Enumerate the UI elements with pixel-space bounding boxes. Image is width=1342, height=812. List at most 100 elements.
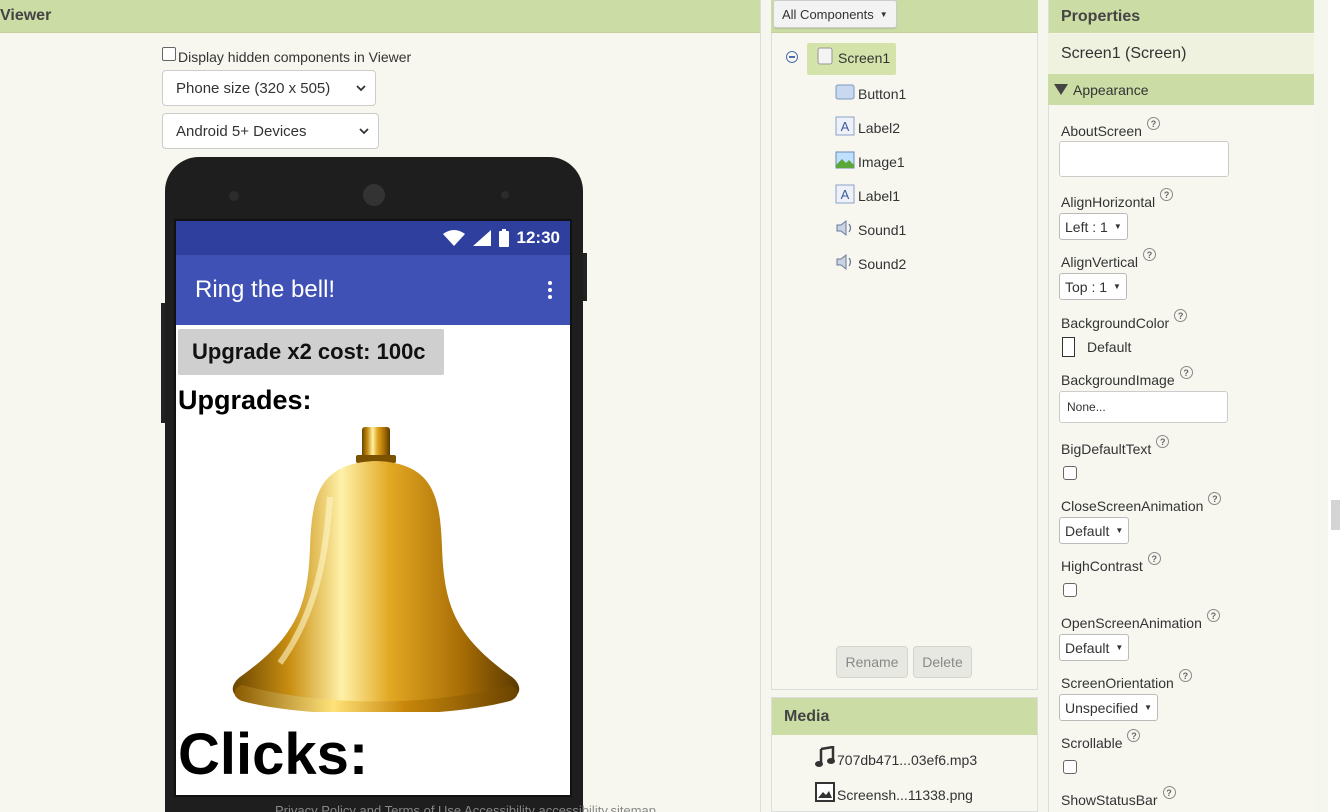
prop-label: BackgroundColor: [1061, 315, 1170, 331]
page-scrollbar[interactable]: [1328, 0, 1342, 812]
dropdown-value: Default: [1065, 522, 1110, 539]
help-icon[interactable]: ?: [1143, 248, 1157, 261]
background-image-field[interactable]: None...: [1059, 391, 1228, 423]
appearance-label: Appearance: [1073, 81, 1149, 98]
image-icon: [835, 150, 855, 170]
music-note-icon: [815, 746, 837, 768]
close-screen-animation-dropdown[interactable]: Default ▼: [1059, 517, 1130, 544]
android-status-bar: 12:30: [176, 221, 570, 255]
appearance-section-header[interactable]: Appearance: [1048, 74, 1314, 105]
help-icon[interactable]: ?: [1174, 309, 1188, 322]
label-icon: A: [835, 116, 855, 136]
tree-item-label: Label2: [858, 120, 901, 136]
all-components-dropdown[interactable]: All Components ▼: [773, 0, 897, 28]
help-icon[interactable]: ?: [1208, 492, 1222, 505]
viewer-title: Viewer: [0, 7, 52, 24]
delete-label: Delete: [922, 654, 963, 670]
prop-label: ScreenOrientation: [1061, 675, 1174, 691]
dropdown-arrow-icon: ▼: [1115, 643, 1124, 652]
media-item-image[interactable]: Screensh...11338.png: [815, 781, 973, 803]
help-icon[interactable]: ?: [1206, 609, 1220, 622]
help-icon[interactable]: ?: [1160, 188, 1174, 201]
phone-mockup: 12:30 Ring the bell! Upgrade x2 cost: 10…: [161, 157, 587, 812]
scrollable-checkbox[interactable]: [1063, 760, 1077, 774]
tree-item-label2[interactable]: A Label2: [835, 116, 900, 136]
all-components-label: All Components: [782, 6, 874, 22]
prop-about-screen: AboutScreen?: [1061, 117, 1160, 139]
help-icon[interactable]: ?: [1146, 117, 1160, 130]
high-contrast-checkbox[interactable]: [1063, 583, 1077, 597]
battery-icon: [498, 229, 509, 247]
tree-item-label: Image1: [858, 154, 905, 170]
display-hidden-checkbox-row[interactable]: Display hidden components in Viewer: [162, 47, 411, 65]
help-icon[interactable]: ?: [1147, 552, 1161, 565]
tree-item-label: Screen1: [838, 50, 891, 66]
help-icon[interactable]: ?: [1127, 729, 1141, 742]
tree-item-image1[interactable]: Image1: [835, 150, 905, 170]
screen-orientation-dropdown[interactable]: Unspecified ▼: [1059, 694, 1159, 721]
help-icon[interactable]: ?: [1178, 669, 1192, 682]
prop-align-horizontal: AlignHorizontal?: [1061, 188, 1174, 210]
open-screen-animation-dropdown[interactable]: Default ▼: [1059, 634, 1130, 661]
device-value: Android 5+ Devices: [176, 122, 307, 140]
help-icon[interactable]: ?: [1162, 786, 1176, 799]
phone-side-button: [161, 303, 165, 423]
big-default-text-checkbox[interactable]: [1063, 466, 1077, 480]
help-icon[interactable]: ?: [1179, 366, 1193, 379]
device-select[interactable]: Android 5+ Devices: [162, 113, 379, 149]
dropdown-value: Default: [1065, 639, 1110, 656]
app-bar: Ring the bell!: [176, 255, 570, 325]
phone-sensor: [501, 191, 509, 199]
speaker-icon: [835, 218, 855, 238]
tree-item-sound2[interactable]: Sound2: [835, 252, 906, 272]
label-icon: A: [835, 184, 855, 204]
prop-label: OpenScreenAnimation: [1061, 615, 1202, 631]
components-panel: [771, 0, 1038, 690]
scrollbar-thumb[interactable]: [1331, 500, 1340, 530]
footer-links[interactable]: Privacy Policy and Terms of Use Accessib…: [275, 803, 656, 812]
media-file-name: 707db471...03ef6.mp3: [837, 752, 978, 768]
phone-size-select[interactable]: Phone size (320 x 505): [162, 70, 376, 106]
signal-icon: [472, 230, 491, 246]
app-title: Ring the bell!: [195, 276, 336, 303]
delete-button[interactable]: Delete: [913, 646, 972, 678]
dropdown-arrow-icon: ▼: [1113, 282, 1121, 291]
tree-item-label: Sound1: [858, 222, 907, 238]
align-vertical-dropdown[interactable]: Top : 1 ▼: [1059, 273, 1127, 300]
status-time: 12:30: [516, 228, 560, 247]
help-icon[interactable]: ?: [1156, 435, 1170, 448]
align-horizontal-dropdown[interactable]: Left : 1 ▼: [1059, 213, 1128, 240]
prop-label: BackgroundImage: [1061, 372, 1175, 388]
properties-subtitle: Screen1 (Screen): [1048, 34, 1314, 74]
screen-icon: [815, 46, 835, 66]
overflow-menu-icon[interactable]: [548, 281, 552, 302]
color-swatch[interactable]: [1062, 337, 1075, 357]
collapse-icon[interactable]: [786, 51, 798, 63]
media-title: Media: [784, 707, 830, 725]
display-hidden-checkbox[interactable]: [162, 47, 176, 61]
prop-label: AlignHorizontal: [1061, 194, 1156, 210]
phone-side-button: [583, 253, 587, 301]
phone-sensor: [229, 191, 239, 201]
prop-label: Scrollable: [1061, 735, 1123, 751]
about-screen-textarea[interactable]: [1059, 141, 1229, 177]
prop-big-default-text: BigDefaultText?: [1061, 435, 1170, 457]
upgrade-button-label: Upgrade x2 cost: 100c: [192, 339, 426, 364]
phone-size-value: Phone size (320 x 505): [176, 79, 331, 97]
bell-image[interactable]: [230, 427, 522, 712]
properties-title: Properties: [1061, 7, 1141, 25]
prop-high-contrast: HighContrast?: [1061, 552, 1161, 574]
tree-item-screen1[interactable]: Screen1: [815, 46, 890, 66]
media-item-audio[interactable]: 707db471...03ef6.mp3: [815, 746, 977, 768]
tree-item-sound1[interactable]: Sound1: [835, 218, 906, 238]
tree-item-label: Button1: [858, 86, 907, 102]
upgrade-button[interactable]: Upgrade x2 cost: 100c: [178, 329, 444, 375]
prop-label: BigDefaultText: [1061, 441, 1152, 457]
tree-item-label1[interactable]: A Label1: [835, 184, 900, 204]
prop-screen-orientation: ScreenOrientation?: [1061, 669, 1192, 691]
background-image-value: None...: [1067, 400, 1106, 414]
tree-item-button1[interactable]: Button1: [835, 82, 906, 102]
rename-button[interactable]: Rename: [836, 646, 908, 678]
background-color-value[interactable]: Default: [1087, 339, 1131, 355]
prop-label: HighContrast: [1061, 558, 1143, 574]
